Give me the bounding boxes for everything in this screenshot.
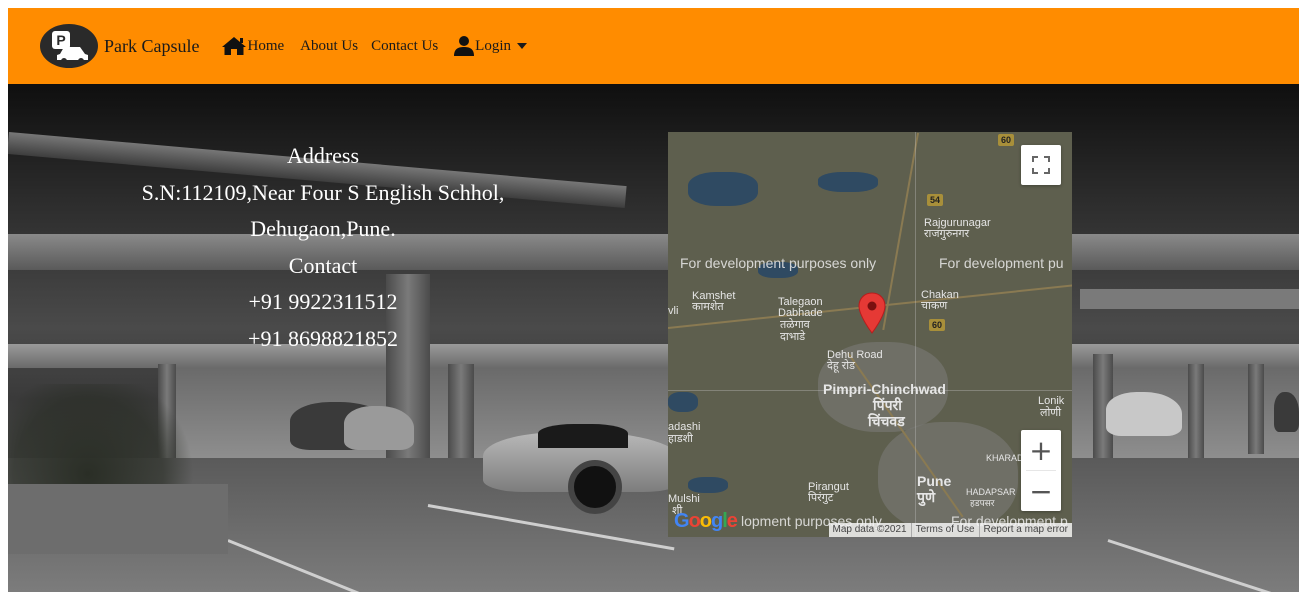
map-zoom-control: + − xyxy=(1021,430,1061,511)
address-line-2: Dehugaon,Pune. xyxy=(250,216,396,241)
map-zoom-out-button[interactable]: − xyxy=(1021,471,1061,511)
map-highway-badge: 54 xyxy=(927,194,944,206)
contact-heading: Contact xyxy=(288,252,358,278)
map-place: चाकण xyxy=(921,300,948,312)
map-place: पिरंगुट xyxy=(808,492,834,504)
pillar xyxy=(1248,364,1264,454)
map-pin-icon[interactable] xyxy=(858,292,886,334)
map-place: पिंपरी xyxy=(873,397,902,413)
address-line-1: S.N:112109,Near Four S English Schhol, xyxy=(141,179,505,205)
home-icon xyxy=(222,37,247,55)
nav-home-label: Home xyxy=(247,37,285,54)
map-place: चिंचवड xyxy=(868,413,905,429)
map-place: Pimpri-Chinchwad xyxy=(823,381,946,397)
caret-down-icon xyxy=(517,43,527,49)
map-place: तळेगाव xyxy=(780,319,810,331)
map-lake xyxy=(688,477,728,493)
map-place: Pune xyxy=(917,473,952,489)
nav-about-us[interactable]: About Us xyxy=(300,38,358,55)
nav-home[interactable]: Home xyxy=(221,36,284,56)
map-place: लोणी xyxy=(1040,407,1062,419)
map-place: adashi xyxy=(668,421,701,433)
hero-background: Address S.N:112109,Near Four S English S… xyxy=(8,84,1299,592)
pillar xyxy=(1188,364,1204,464)
map-place: हाडशी xyxy=(668,433,693,445)
map-attribution: Map data ©2021 Terms of Use Report a map… xyxy=(828,523,1072,537)
map-place: Dabhade xyxy=(778,307,823,319)
map-place: HADAPSAR xyxy=(966,487,1016,497)
map-place: Lonik xyxy=(1038,395,1065,407)
map-highway-badge: 60 xyxy=(998,134,1015,146)
map-grid-line xyxy=(915,132,916,537)
map-zoom-in-button[interactable]: + xyxy=(1021,430,1061,470)
map-place: दाभाडे xyxy=(780,331,806,343)
map-place: देहू रोड xyxy=(827,360,855,372)
car-white xyxy=(1106,392,1182,436)
map-highway-badge: 60 xyxy=(929,319,946,331)
map-lake xyxy=(688,172,758,206)
phone-2[interactable]: +91 8698821852 xyxy=(78,321,568,358)
map-place: KHARADI xyxy=(986,453,1027,463)
navbar: P Park Capsule Home About Us Contact Us … xyxy=(8,8,1299,84)
map-lake xyxy=(818,172,878,192)
car-wheel xyxy=(568,460,622,514)
map-fullscreen-button[interactable] xyxy=(1021,145,1061,185)
car-dark-right xyxy=(1274,392,1299,432)
logo-car-icon: P xyxy=(40,24,98,68)
map-place: पुणे xyxy=(917,489,936,505)
report-map-error-link[interactable]: Report a map error xyxy=(978,523,1072,537)
terms-of-use-link[interactable]: Terms of Use xyxy=(910,523,979,537)
map-place: राजगुरुनगर xyxy=(924,228,970,240)
map-watermark: For development purposes only xyxy=(680,255,877,271)
user-icon xyxy=(454,36,475,56)
map-place: कामशेत xyxy=(692,301,724,313)
car-gray xyxy=(344,406,414,450)
map-lake xyxy=(668,392,698,412)
phone-1[interactable]: +91 9922311512 xyxy=(78,284,568,321)
nav-contact-label: Contact Us xyxy=(371,37,439,54)
fullscreen-icon xyxy=(1032,156,1050,174)
nav-about-label: About Us xyxy=(300,37,359,54)
map-watermark: For development pu xyxy=(939,255,1064,271)
car-roof xyxy=(538,424,628,448)
nav-login-label: Login xyxy=(475,37,511,54)
low-wall xyxy=(8,484,228,554)
map-place: Mulshi xyxy=(668,493,700,505)
brand[interactable]: P Park Capsule xyxy=(40,24,199,68)
map-place: हडपसर xyxy=(970,498,995,508)
nav-contact-us[interactable]: Contact Us xyxy=(371,38,438,55)
map-place: vli xyxy=(668,305,679,317)
ceiling-beam xyxy=(1080,289,1299,309)
address-block: Address S.N:112109,Near Four S English S… xyxy=(78,138,568,357)
nav-login-dropdown[interactable]: Login xyxy=(453,35,527,57)
brand-name: Park Capsule xyxy=(104,35,200,56)
address-heading: Address xyxy=(286,143,360,168)
google-map[interactable]: For development purposes only For develo… xyxy=(668,132,1072,537)
google-logo[interactable]: Google xyxy=(674,510,738,532)
map-data-label: Map data ©2021 xyxy=(832,524,907,535)
